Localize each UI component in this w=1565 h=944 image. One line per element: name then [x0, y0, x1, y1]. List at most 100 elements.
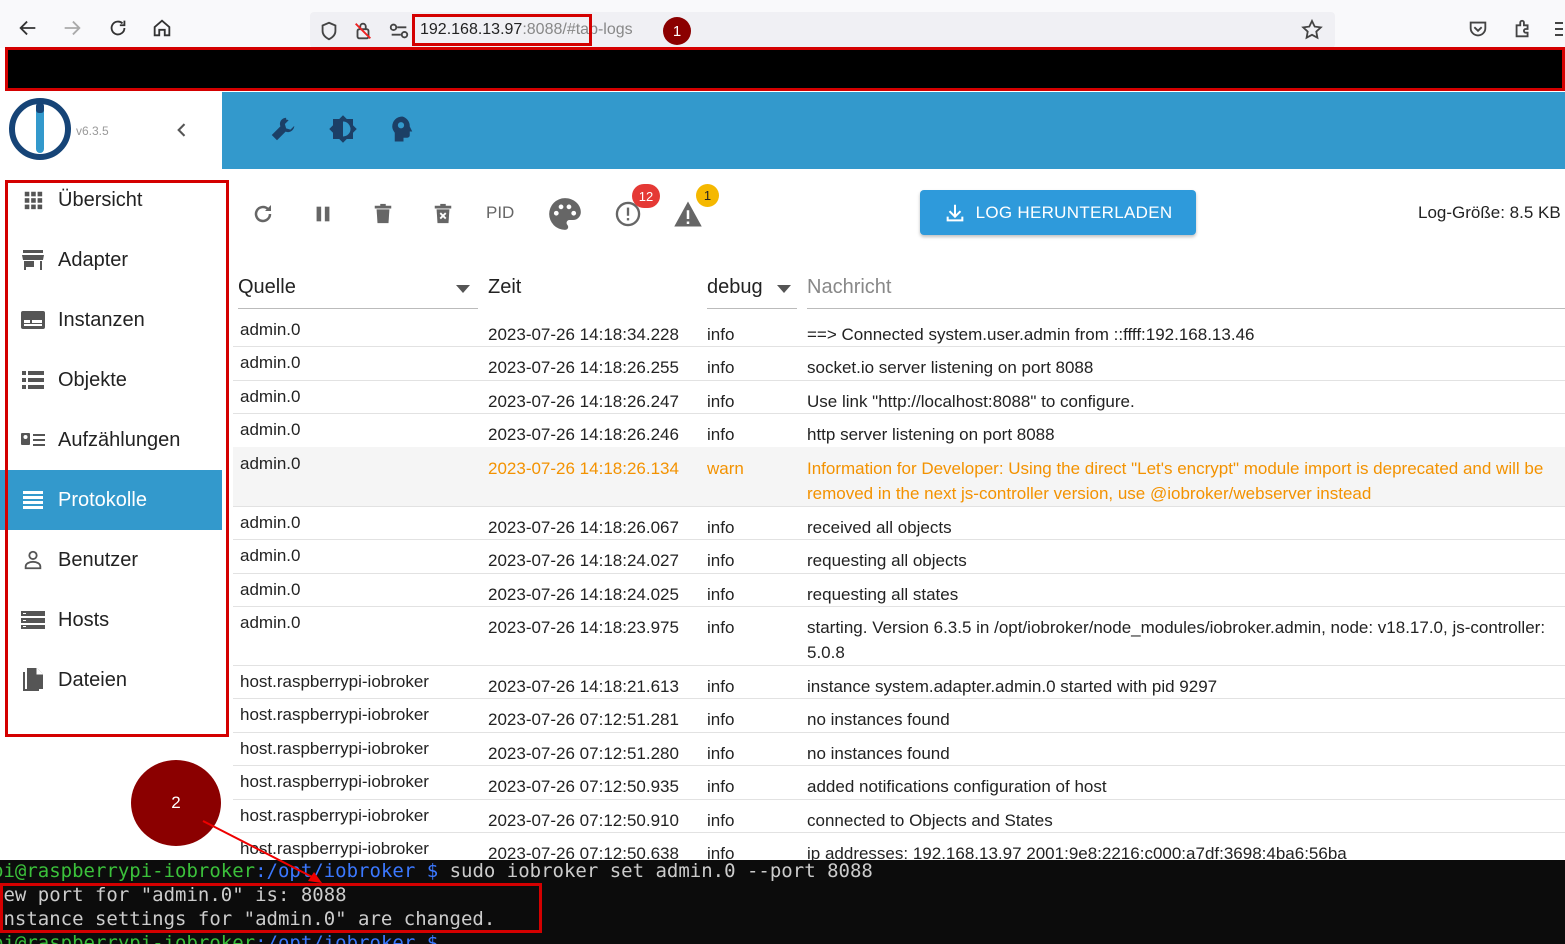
- theme-brightness-icon[interactable]: [326, 112, 360, 146]
- log-time: 2023-07-26 14:18:26.134: [488, 459, 679, 478]
- site-permissions-icon[interactable]: [388, 20, 410, 47]
- table-row[interactable]: admin.0 2023-07-26 14:18:26.134 warn Inform…: [233, 447, 1565, 507]
- error-count-badge: 12: [632, 184, 660, 208]
- level-filter[interactable]: debug: [707, 276, 797, 309]
- table-row[interactable]: admin.0 2023-07-26 14:18:26.247 info Use li…: [233, 380, 1565, 414]
- dropdown-icon: [777, 285, 791, 293]
- table-row[interactable]: host.raspberrypi-iobroker 2023-07-26 14:1…: [233, 665, 1565, 699]
- table-row[interactable]: admin.0 2023-07-26 14:18:34.228 info ==> Co…: [233, 313, 1565, 347]
- log-level: info: [707, 392, 735, 411]
- log-source: host.raspberrypi-iobroker: [240, 705, 429, 724]
- log-message: socket.io server listening on port 8088: [807, 358, 1094, 377]
- log-source: host.raspberrypi-iobroker: [240, 772, 429, 791]
- table-row[interactable]: admin.0 2023-07-26 14:18:24.025 info reques…: [233, 573, 1565, 607]
- column-header-message: Nachricht: [807, 276, 892, 298]
- annotation-box-sidebar: [5, 180, 229, 737]
- log-level: info: [707, 425, 735, 444]
- extensions-icon[interactable]: [1512, 18, 1534, 45]
- table-row[interactable]: admin.0 2023-07-26 14:18:26.255 info socket…: [233, 346, 1565, 381]
- log-message: no instances found: [807, 744, 950, 763]
- log-source: admin.0: [240, 454, 301, 473]
- pid-toggle[interactable]: PID: [486, 203, 514, 223]
- log-time: 2023-07-26 14:18:24.027: [488, 551, 679, 570]
- log-source: admin.0: [240, 320, 301, 339]
- log-level: info: [707, 358, 735, 377]
- app-header: [222, 92, 1565, 169]
- terminal-prompt-path: :/opt/iobroker $: [255, 932, 439, 944]
- delete-forever-icon[interactable]: [425, 196, 461, 232]
- terminal-prompt-user: pi@raspberrypi-iobroker: [0, 932, 256, 944]
- home-icon[interactable]: [148, 14, 176, 42]
- download-log-button[interactable]: LOG HERUNTERLADEN: [920, 190, 1196, 235]
- expert-mode-head-icon[interactable]: [384, 112, 418, 146]
- menu-icon[interactable]: [1555, 18, 1563, 40]
- message-filter-input[interactable]: Nachricht: [807, 276, 1565, 309]
- log-message: starting. Version 6.3.5 in /opt/iobroker…: [807, 618, 1546, 662]
- log-level: info: [707, 585, 735, 604]
- log-source: admin.0: [240, 613, 301, 632]
- dropdown-icon: [456, 285, 470, 293]
- pocket-icon[interactable]: [1467, 18, 1489, 45]
- log-time: 2023-07-26 07:12:50.910: [488, 811, 679, 830]
- log-message: no instances found: [807, 710, 950, 729]
- log-message: received all objects: [807, 518, 952, 537]
- table-row[interactable]: host.raspberrypi-iobroker 2023-07-26 07:1…: [233, 698, 1565, 733]
- refresh-icon[interactable]: [245, 196, 281, 232]
- log-time: 2023-07-26 14:18:23.975: [488, 618, 679, 637]
- forward-icon[interactable]: [58, 14, 86, 42]
- log-source: admin.0: [240, 420, 301, 439]
- annotation-arrow: [202, 820, 322, 883]
- collapse-sidebar-icon[interactable]: [172, 120, 192, 145]
- table-row[interactable]: host.raspberrypi-iobroker 2023-07-26 07:1…: [233, 799, 1565, 833]
- log-message: Use link "http://localhost:8088" to conf…: [807, 392, 1135, 411]
- iobroker-logo[interactable]: [8, 97, 72, 166]
- log-time: 2023-07-26 07:12:50.935: [488, 777, 679, 796]
- annotation-box-terminal: [0, 883, 542, 933]
- back-icon[interactable]: [14, 14, 42, 42]
- log-level: warn: [707, 459, 744, 478]
- table-row[interactable]: admin.0 2023-07-26 14:18:24.027 info reques…: [233, 539, 1565, 574]
- log-source: admin.0: [240, 387, 301, 406]
- log-source: admin.0: [240, 580, 301, 599]
- palette-icon[interactable]: [545, 194, 585, 234]
- table-row[interactable]: host.raspberrypi-iobroker 2023-07-26 07:1…: [233, 765, 1565, 800]
- column-header-source: Quelle: [238, 276, 296, 298]
- log-level: info: [707, 811, 735, 830]
- log-level: info: [707, 744, 735, 763]
- log-level: info: [707, 518, 735, 537]
- annotation-box-url: [412, 14, 592, 46]
- log-source: admin.0: [240, 513, 301, 532]
- log-time: 2023-07-26 07:12:51.280: [488, 744, 679, 763]
- shield-icon[interactable]: [318, 20, 340, 47]
- log-source: admin.0: [240, 353, 301, 372]
- log-level: info: [707, 618, 735, 637]
- log-time: 2023-07-26 14:18:21.613: [488, 677, 679, 696]
- log-source: admin.0: [240, 546, 301, 565]
- log-size: Log-Größe: 8.5 KB: [1418, 203, 1561, 222]
- log-message: Information for Developer: Using the dir…: [807, 459, 1544, 503]
- insecure-lock-icon[interactable]: [352, 20, 374, 47]
- table-row[interactable]: admin.0 2023-07-26 14:18:26.067 info receiv…: [233, 506, 1565, 540]
- table-row[interactable]: admin.0 2023-07-26 14:18:26.246 info http s…: [233, 413, 1565, 448]
- log-time: 2023-07-26 14:18:26.255: [488, 358, 679, 377]
- source-filter[interactable]: Quelle: [238, 276, 478, 309]
- bookmark-star-icon[interactable]: [1300, 18, 1324, 47]
- column-header-time: Zeit: [488, 276, 522, 298]
- log-time: 2023-07-26 14:18:24.025: [488, 585, 679, 604]
- wrench-icon[interactable]: [266, 112, 300, 146]
- reload-icon[interactable]: [104, 14, 132, 42]
- warning-count-badge: 1: [696, 184, 719, 207]
- delete-icon[interactable]: [365, 196, 401, 232]
- log-level: info: [707, 777, 735, 796]
- version-label: v6.3.5: [76, 124, 109, 138]
- table-row[interactable]: host.raspberrypi-iobroker 2023-07-26 07:1…: [233, 732, 1565, 766]
- pause-icon[interactable]: [305, 196, 341, 232]
- table-row[interactable]: admin.0 2023-07-26 14:18:23.975 info starti…: [233, 606, 1565, 666]
- log-message: instance system.adapter.admin.0 started …: [807, 677, 1218, 696]
- log-message: requesting all states: [807, 585, 959, 604]
- log-source: host.raspberrypi-iobroker: [240, 739, 429, 758]
- log-time: 2023-07-26 14:18:26.067: [488, 518, 679, 537]
- log-time: 2023-07-26 14:18:26.247: [488, 392, 679, 411]
- log-source: host.raspberrypi-iobroker: [240, 672, 429, 691]
- log-time: 2023-07-26 14:18:26.246: [488, 425, 679, 444]
